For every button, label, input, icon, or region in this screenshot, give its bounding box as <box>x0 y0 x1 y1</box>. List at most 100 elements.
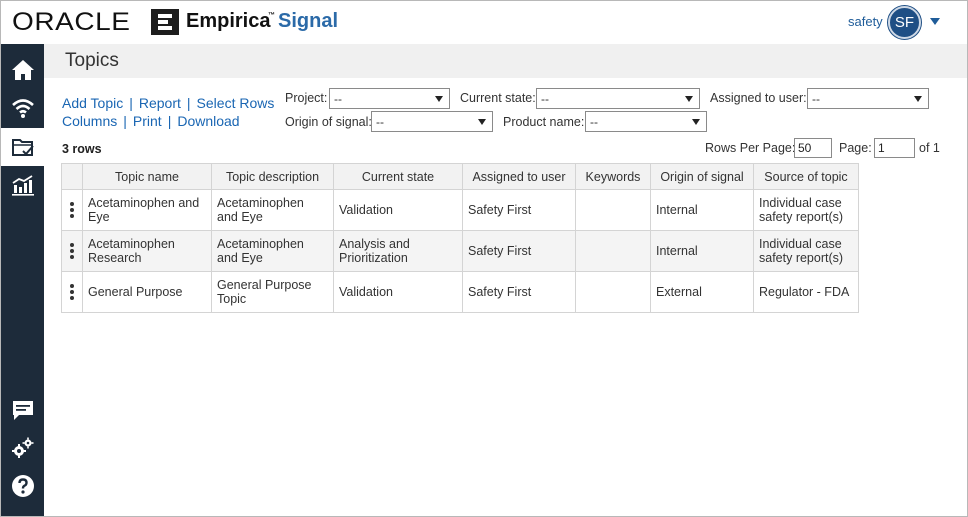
chevron-down-icon <box>478 119 486 125</box>
page-total-label: of 1 <box>919 141 940 155</box>
kebab-menu-icon[interactable] <box>62 284 82 300</box>
cell-source-of-topic: Individual case safety report(s) <box>753 230 859 272</box>
sidebar-item-chat[interactable] <box>1 391 44 429</box>
cell-keywords <box>575 230 651 272</box>
print-link[interactable]: Print <box>133 113 162 129</box>
cell-origin-of-signal: Internal <box>650 230 754 272</box>
avatar[interactable]: SF <box>888 6 921 39</box>
rows-per-page-label: Rows Per Page: <box>705 141 796 155</box>
chevron-down-icon <box>435 96 443 102</box>
chevron-down-icon <box>914 96 922 102</box>
settings-gears-icon <box>11 437 33 458</box>
column-header-topic-name[interactable]: Topic name <box>82 163 212 190</box>
table-header-row: Topic name Topic description Current sta… <box>61 163 859 190</box>
row-menu-header <box>61 163 83 190</box>
sidebar-item-signals[interactable] <box>1 89 44 127</box>
column-header-current-state[interactable]: Current state <box>333 163 463 190</box>
column-header-origin-of-signal[interactable]: Origin of signal <box>650 163 754 190</box>
chat-icon <box>12 401 33 420</box>
user-name[interactable]: safety <box>848 14 883 29</box>
page-title: Topics <box>65 50 119 71</box>
cell-source-of-topic: Individual case safety report(s) <box>753 189 859 231</box>
origin-of-signal-select[interactable]: -- <box>371 111 493 132</box>
top-header: ORACLE Empirica ™ Signal safety SF <box>1 1 967 44</box>
empirica-logo-icon <box>151 9 179 35</box>
assigned-to-user-select[interactable]: -- <box>807 88 929 109</box>
topics-table: Topic name Topic description Current sta… <box>61 163 859 313</box>
sidebar-item-settings[interactable] <box>1 429 44 467</box>
current-state-select[interactable]: -- <box>536 88 700 109</box>
sidebar-item-topics[interactable] <box>1 128 44 166</box>
table-row[interactable]: Acetaminophen Research Acetaminophen and… <box>61 230 859 272</box>
column-header-assigned-to-user[interactable]: Assigned to user <box>462 163 576 190</box>
cell-assigned-to-user: Safety First <box>462 230 576 272</box>
cell-topic-description: Acetaminophen and Eye <box>211 230 334 272</box>
trademark-mark: ™ <box>268 12 275 19</box>
cell-source-of-topic: Regulator - FDA <box>753 271 859 313</box>
project-filter-label: Project: <box>285 91 328 105</box>
product-name-select[interactable]: -- <box>585 111 707 132</box>
download-link[interactable]: Download <box>177 113 239 129</box>
row-menu-cell[interactable] <box>61 230 83 272</box>
bar-chart-icon <box>11 175 34 196</box>
page-label: Page: <box>839 141 872 155</box>
cell-topic-name[interactable]: General Purpose <box>82 271 212 313</box>
sidebar-item-analytics[interactable] <box>1 166 44 204</box>
cell-current-state: Validation <box>333 189 463 231</box>
app-window: ORACLE Empirica ™ Signal safety SF Topic… <box>0 0 968 517</box>
cell-topic-description: General Purpose Topic <box>211 271 334 313</box>
assigned-to-user-filter-label: Assigned to user: <box>710 91 807 105</box>
cell-assigned-to-user: Safety First <box>462 271 576 313</box>
current-state-filter-label: Current state: <box>460 91 536 105</box>
column-header-source-of-topic[interactable]: Source of topic <box>753 163 859 190</box>
origin-of-signal-select-value: -- <box>376 115 384 129</box>
product-name-empirica: Empirica <box>186 10 271 32</box>
current-state-select-value: -- <box>541 92 549 106</box>
link-separator: | <box>129 95 133 111</box>
rows-per-page-input[interactable]: 50 <box>794 138 832 158</box>
cell-origin-of-signal: External <box>650 271 754 313</box>
chevron-down-icon <box>685 96 693 102</box>
rows-count: 3 rows <box>62 142 102 156</box>
product-name-select-value: -- <box>590 115 598 129</box>
column-header-topic-description[interactable]: Topic description <box>211 163 334 190</box>
cell-current-state: Validation <box>333 271 463 313</box>
user-menu-caret-icon[interactable] <box>930 18 940 25</box>
row-menu-cell[interactable] <box>61 271 83 313</box>
sidebar-item-home[interactable] <box>1 51 44 89</box>
cell-assigned-to-user: Safety First <box>462 189 576 231</box>
sidebar <box>1 44 44 516</box>
cell-keywords <box>575 189 651 231</box>
page-number-input[interactable]: 1 <box>874 138 915 158</box>
select-rows-link[interactable]: Select Rows <box>197 95 275 111</box>
assigned-to-user-select-value: -- <box>812 92 820 106</box>
product-name-filter-label: Product name: <box>503 115 585 129</box>
page-title-bar: Topics <box>44 44 967 78</box>
action-links-row-2: Columns | Print | Download <box>62 113 240 129</box>
cell-topic-name[interactable]: Acetaminophen and Eye <box>82 189 212 231</box>
kebab-menu-icon[interactable] <box>62 202 82 218</box>
cell-keywords <box>575 271 651 313</box>
report-link[interactable]: Report <box>139 95 181 111</box>
cell-origin-of-signal: Internal <box>650 189 754 231</box>
chevron-down-icon <box>692 119 700 125</box>
cell-topic-name[interactable]: Acetaminophen Research <box>82 230 212 272</box>
project-select[interactable]: -- <box>329 88 450 109</box>
action-links-row-1: Add Topic | Report | Select Rows <box>62 95 274 111</box>
column-header-keywords[interactable]: Keywords <box>575 163 651 190</box>
link-separator: | <box>123 113 127 129</box>
link-separator: | <box>186 95 191 111</box>
kebab-menu-icon[interactable] <box>62 243 82 259</box>
columns-link[interactable]: Columns <box>62 113 117 129</box>
signal-wifi-icon <box>11 99 34 118</box>
row-menu-cell[interactable] <box>61 189 83 231</box>
add-topic-link[interactable]: Add Topic <box>62 95 123 111</box>
cell-topic-description: Acetaminophen and Eye <box>211 189 334 231</box>
cell-current-state: Analysis and Prioritization <box>333 230 463 272</box>
product-name-signal: Signal <box>278 10 339 32</box>
sidebar-item-help[interactable] <box>1 467 44 505</box>
table-row[interactable]: Acetaminophen and Eye Acetaminophen and … <box>61 189 859 231</box>
home-icon <box>11 60 34 80</box>
link-separator: | <box>167 113 172 129</box>
table-row[interactable]: General Purpose General Purpose Topic Va… <box>61 271 859 313</box>
